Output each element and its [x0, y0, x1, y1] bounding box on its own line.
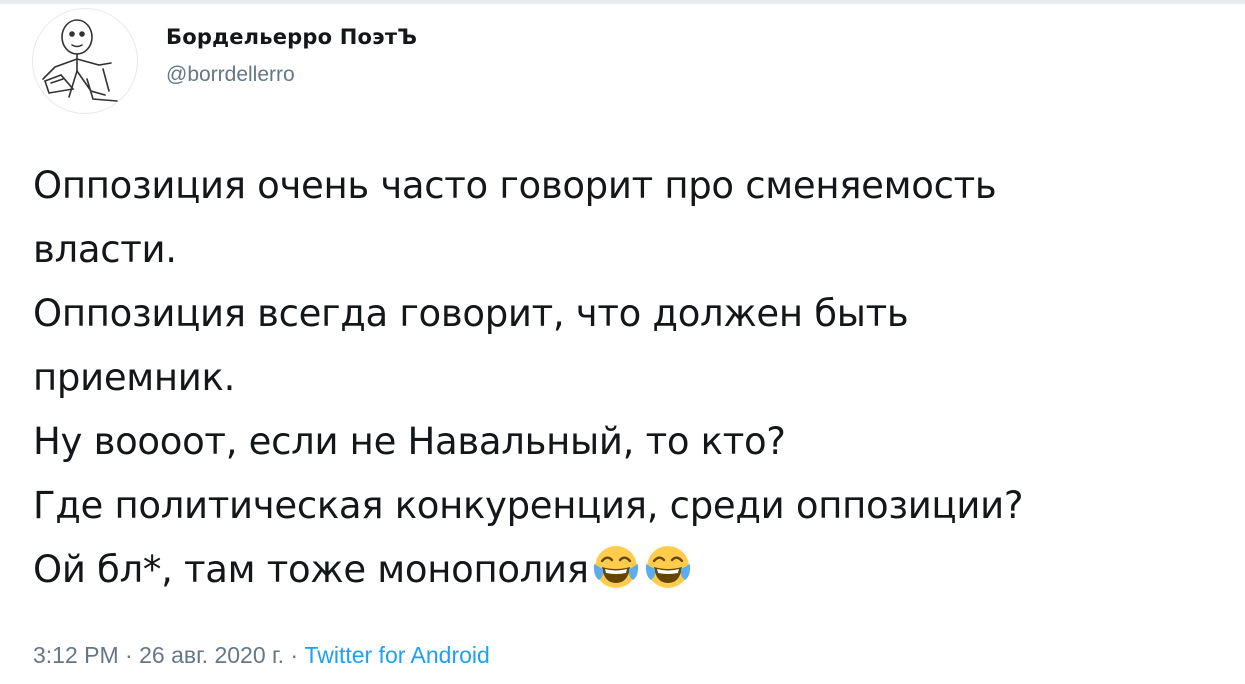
tweet-line: власти. [33, 228, 177, 271]
user-handle[interactable]: @borrdellerro [166, 62, 417, 88]
tweet-header: Бордельерро ПоэтЪ @borrdellerro [32, 8, 1212, 116]
display-name[interactable]: Бордельерро ПоэтЪ [166, 24, 417, 50]
tweet-line: Ну воооот, если не Навальный, то кто? [33, 420, 786, 463]
tweet-line: приемник. [33, 356, 236, 399]
tweet-time[interactable]: 3:12 PM [33, 642, 119, 668]
tweet-line-text: Ой бл*, там тоже монополия [33, 548, 589, 591]
tweet-source-link[interactable]: Twitter for Android [304, 642, 489, 668]
face-with-tears-of-joy-icon [591, 542, 641, 592]
top-divider [0, 0, 1245, 4]
tweet-body: Оппозиция очень часто говорит про сменяе… [33, 154, 1223, 602]
tweet-line-last: Ой бл*, там тоже монополия [33, 538, 1223, 602]
sketch-portrait-icon [42, 19, 118, 102]
tweet-line: Оппозиция всегда говорит, что должен быт… [33, 292, 909, 335]
meta-separator: · [125, 642, 133, 668]
author-block[interactable]: Бордельерро ПоэтЪ @borrdellerro [166, 24, 417, 88]
tweet-line: Оппозиция очень часто говорит про сменяе… [33, 164, 997, 207]
avatar[interactable] [32, 8, 138, 114]
tweet-date[interactable]: 26 авг. 2020 г. [139, 642, 284, 668]
tweet-line: Где политическая конкуренция, среди оппо… [33, 484, 1024, 527]
tweet-meta: 3:12 PM · 26 авг. 2020 г. · Twitter for … [33, 640, 490, 670]
meta-separator: · [290, 642, 299, 668]
face-with-tears-of-joy-icon [643, 542, 693, 592]
